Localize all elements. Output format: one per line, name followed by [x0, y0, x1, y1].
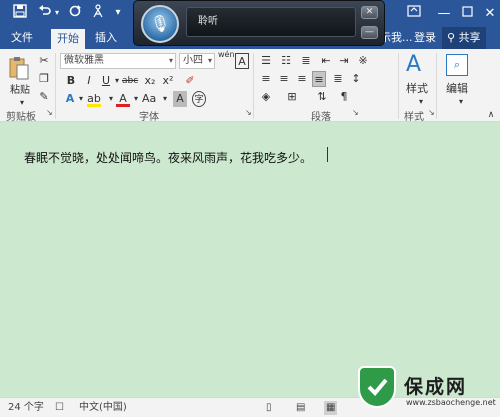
font-group-label: 字体	[139, 112, 159, 123]
watermark-logo: 保成网 www.zsbaochenge.net	[352, 358, 500, 417]
watermark-title: 保成网	[404, 376, 468, 398]
undo-dropdown-icon[interactable]: ▾	[52, 4, 62, 22]
editing-dropdown-icon[interactable]: ▾	[454, 94, 468, 110]
paste-button[interactable]	[8, 55, 30, 81]
multilevel-list-icon[interactable]: ≣	[299, 53, 313, 69]
sign-in-link[interactable]: 登录	[408, 27, 442, 49]
numbering-icon[interactable]: ☷	[279, 53, 293, 69]
web-layout-icon[interactable]: ▦	[324, 401, 338, 415]
divider	[436, 53, 437, 119]
proofing-icon[interactable]: ☐	[55, 401, 64, 415]
text-cursor	[327, 147, 328, 162]
char-shading-icon[interactable]: A	[173, 91, 187, 107]
close-icon[interactable]: ✕	[473, 0, 500, 27]
align-center-icon[interactable]: ≡	[277, 71, 291, 87]
justify-icon[interactable]: ≡	[312, 71, 326, 87]
find-icon[interactable]: ⌕	[446, 54, 468, 76]
align-right-icon[interactable]: ≡	[295, 71, 309, 87]
font-color-icon[interactable]: A	[116, 91, 130, 107]
clipboard-launcher-icon[interactable]: ↘	[46, 108, 53, 117]
divider	[398, 53, 399, 119]
tab-home[interactable]: 开始	[51, 29, 85, 49]
divider	[253, 53, 254, 119]
speech-status-bar: 聆听	[186, 7, 356, 37]
shield-icon	[358, 366, 396, 408]
save-icon[interactable]	[11, 4, 29, 22]
customize-qat-icon[interactable]: ▾	[109, 4, 127, 22]
copy-icon[interactable]: ❐	[37, 71, 51, 87]
document-text[interactable]: 春眠不觉晓，处处闻啼鸟。夜来风雨声，花我吃多少。	[24, 149, 312, 166]
font-size-combo[interactable]: 小四 ▾	[179, 53, 215, 69]
ribbon-display-icon[interactable]	[397, 0, 431, 27]
bullets-icon[interactable]: ☰	[259, 53, 273, 69]
bold-button[interactable]: B	[64, 73, 78, 89]
print-layout-icon[interactable]: ▤	[296, 401, 305, 415]
watermark-url: www.zsbaochenge.net	[406, 398, 496, 407]
change-case-button[interactable]: Aa	[142, 91, 156, 107]
font-name-value: 微软雅黑	[64, 55, 104, 66]
clipboard-group-label: 剪贴板	[6, 112, 36, 123]
paragraph-launcher-icon[interactable]: ↘	[352, 108, 359, 117]
tab-file[interactable]: 文件	[5, 27, 39, 49]
microphone-icon[interactable]: 🎙	[141, 5, 179, 43]
share-label: 共享	[458, 31, 481, 44]
shading-icon[interactable]: ◈	[259, 89, 273, 105]
document-area[interactable]: 春眠不觉晓，处处闻啼鸟。夜来风雨声，花我吃多少。	[0, 122, 500, 397]
styles-launcher-icon[interactable]: ↘	[428, 108, 435, 117]
language-indicator[interactable]: 中文(中国)	[79, 401, 127, 415]
divider	[55, 53, 56, 119]
font-size-value: 小四	[183, 55, 203, 66]
phonetic-guide-button[interactable]: wén	[218, 50, 235, 67]
distributed-icon[interactable]: ≣	[331, 71, 345, 87]
tab-insert[interactable]: 插入	[89, 27, 123, 49]
highlight-icon[interactable]: ab	[87, 91, 101, 107]
align-left-icon[interactable]: ≡	[259, 71, 273, 87]
chevron-down-icon: ▾	[168, 56, 173, 65]
strikethrough-button[interactable]: abc	[122, 73, 138, 89]
text-effects-dropdown-icon[interactable]: ▾	[74, 91, 88, 107]
increase-indent-icon[interactable]: ⇥	[337, 53, 351, 69]
word-count[interactable]: 24 个字	[8, 401, 44, 415]
borders-icon[interactable]: ⊞	[285, 89, 299, 105]
collapse-ribbon-icon[interactable]: ∧	[484, 107, 498, 123]
touch-mode-icon[interactable]	[89, 4, 107, 22]
line-spacing-icon[interactable]: ↕	[349, 71, 363, 87]
paragraph-group-label: 段落	[311, 112, 331, 123]
sort-icon[interactable]: ⇅	[315, 89, 329, 105]
font-launcher-icon[interactable]: ↘	[245, 108, 252, 117]
italic-button[interactable]: I	[82, 73, 96, 89]
enclose-circle-icon[interactable]: 字	[192, 91, 206, 107]
format-painter-icon[interactable]: ✎	[37, 89, 51, 105]
chevron-down-icon: ▾	[207, 56, 212, 65]
chinese-layout-icon[interactable]: ※	[356, 53, 370, 69]
person-icon: ⚲	[447, 31, 456, 44]
change-case-dropdown-icon[interactable]: ▾	[158, 91, 172, 107]
decrease-indent-icon[interactable]: ⇤	[319, 53, 333, 69]
styles-icon[interactable]: A	[406, 53, 421, 79]
speech-recognition-widget: 🎙 聆听 ✕ —	[133, 0, 385, 46]
styles-group-label: 样式	[404, 112, 424, 123]
cut-icon[interactable]: ✂	[37, 53, 51, 69]
phonetic-label: wén	[218, 50, 235, 59]
show-marks-icon[interactable]: ¶	[337, 89, 351, 105]
superscript-button[interactable]: x²	[161, 73, 175, 89]
subscript-button[interactable]: x₂	[143, 73, 157, 89]
font-color-dropdown-icon[interactable]: ▾	[129, 91, 143, 107]
ribbon: 粘贴 ▾ ✂ ❐ ✎ 剪贴板 ↘ 微软雅黑 ▾ 小四 ▾ wén A B I U…	[0, 49, 500, 123]
speech-status-text: 聆听	[198, 16, 218, 27]
speech-minimize-icon[interactable]: —	[361, 26, 378, 39]
redo-icon[interactable]	[66, 4, 84, 22]
font-name-combo[interactable]: 微软雅黑 ▾	[60, 53, 176, 69]
share-button[interactable]: ⚲ 共享	[442, 27, 486, 49]
clear-formatting-icon[interactable]: ✐	[183, 73, 197, 89]
speech-close-icon[interactable]: ✕	[361, 6, 378, 19]
enclose-char-icon[interactable]: A	[235, 53, 249, 69]
read-mode-icon[interactable]: ▯	[266, 401, 272, 415]
